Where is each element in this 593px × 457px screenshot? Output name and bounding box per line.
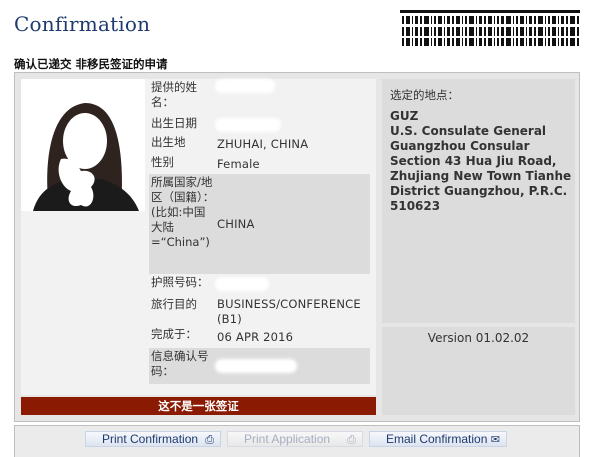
location-address: U.S. Consulate General Guangzhou Consula… (390, 124, 572, 213)
field-value-nationality: CHINA (217, 216, 255, 231)
field-value-passport-number (215, 274, 370, 294)
printer-icon: ⎙ (205, 434, 214, 446)
print-confirmation-label: Print Confirmation (102, 432, 199, 446)
field-value-confirmation-number (215, 348, 370, 384)
field-value-sex: Female (217, 156, 260, 171)
confirmation-subtitle: 确认已递交 非移民签证的申请 (14, 57, 168, 71)
field-row-travel-purpose: 旅行目的 BUSINESS/CONFERENCE (B1) (149, 294, 370, 326)
redaction-mark (217, 81, 273, 91)
print-confirmation-button[interactable]: Print Confirmation ⎙ (85, 431, 221, 447)
field-label-confirmation-number: 信息确认号码： (151, 349, 209, 378)
email-confirmation-label: Email Confirmation (386, 432, 488, 446)
field-row-sex: 性别 Female (149, 154, 370, 174)
field-value-given-name (215, 79, 370, 115)
field-row-passport-number: 护照号码： (149, 274, 370, 294)
location-panel: 选定的地点： GUZ U.S. Consulate General Guangz… (382, 79, 575, 323)
field-row-birth-date: 出生日期 (149, 115, 370, 134)
field-row-nationality: 所属国家/地区（国籍）：(比如:中国大陆 =“China”) CHINA (149, 174, 370, 274)
redaction-mark (217, 119, 279, 130)
field-label-nationality: 所属国家/地区（国籍）：(比如:中国大陆 =“China”) (151, 175, 215, 249)
not-a-visa-notice: 这不是一张签证 (21, 397, 376, 415)
applicant-info-panel: 提供的姓名： 出生日期 出生地 ZHUHAI, CHINA 性别 Female … (21, 79, 376, 395)
field-row-birth-place: 出生地 ZHUHAI, CHINA (149, 134, 370, 154)
applicant-fields: 提供的姓名： 出生日期 出生地 ZHUHAI, CHINA 性别 Female … (149, 79, 370, 384)
location-label: 选定的地点： (390, 88, 459, 102)
field-value-travel-purpose: BUSINESS/CONFERENCE (B1) (217, 297, 361, 326)
action-button-bar: Print Confirmation ⎙ Print Application ⎙… (14, 425, 580, 457)
envelope-icon: ✉ (490, 434, 500, 446)
printer-icon: ⎙ (347, 434, 356, 446)
field-value-completed-on: 06 APR 2016 (217, 329, 294, 344)
field-label-birth-date: 出生日期 (151, 116, 197, 130)
field-label-passport-number: 护照号码： (151, 275, 209, 289)
field-row-given-name: 提供的姓名： (149, 79, 370, 115)
field-label-birth-place: 出生地 (151, 135, 186, 149)
field-label-travel-purpose: 旅行目的 (151, 297, 197, 311)
print-application-button[interactable]: Print Application ⎙ (227, 431, 363, 447)
field-value-birth-date (215, 115, 370, 134)
version-panel: Version 01.02.02 (382, 327, 575, 415)
barcode-image (400, 10, 580, 46)
applicant-photo (21, 79, 145, 211)
location-code: GUZ (390, 109, 419, 123)
field-row-confirmation-number: 信息确认号码： (149, 348, 370, 384)
email-confirmation-button[interactable]: Email Confirmation ✉ (369, 431, 507, 447)
field-value-birth-place: ZHUHAI, CHINA (217, 136, 309, 151)
page-title: Confirmation (14, 12, 151, 36)
field-label-completed-on: 完成于： (151, 327, 197, 341)
field-label-given-name: 提供的姓名： (151, 80, 197, 109)
field-label-sex: 性别 (151, 155, 174, 169)
redaction-mark (217, 279, 267, 289)
version-text: Version 01.02.02 (427, 331, 530, 345)
field-row-completed-on: 完成于： 06 APR 2016 (149, 326, 370, 348)
confirmation-panel: 提供的姓名： 出生日期 出生地 ZHUHAI, CHINA 性别 Female … (14, 72, 580, 422)
redaction-mark (217, 361, 295, 371)
print-application-label: Print Application (244, 432, 331, 446)
